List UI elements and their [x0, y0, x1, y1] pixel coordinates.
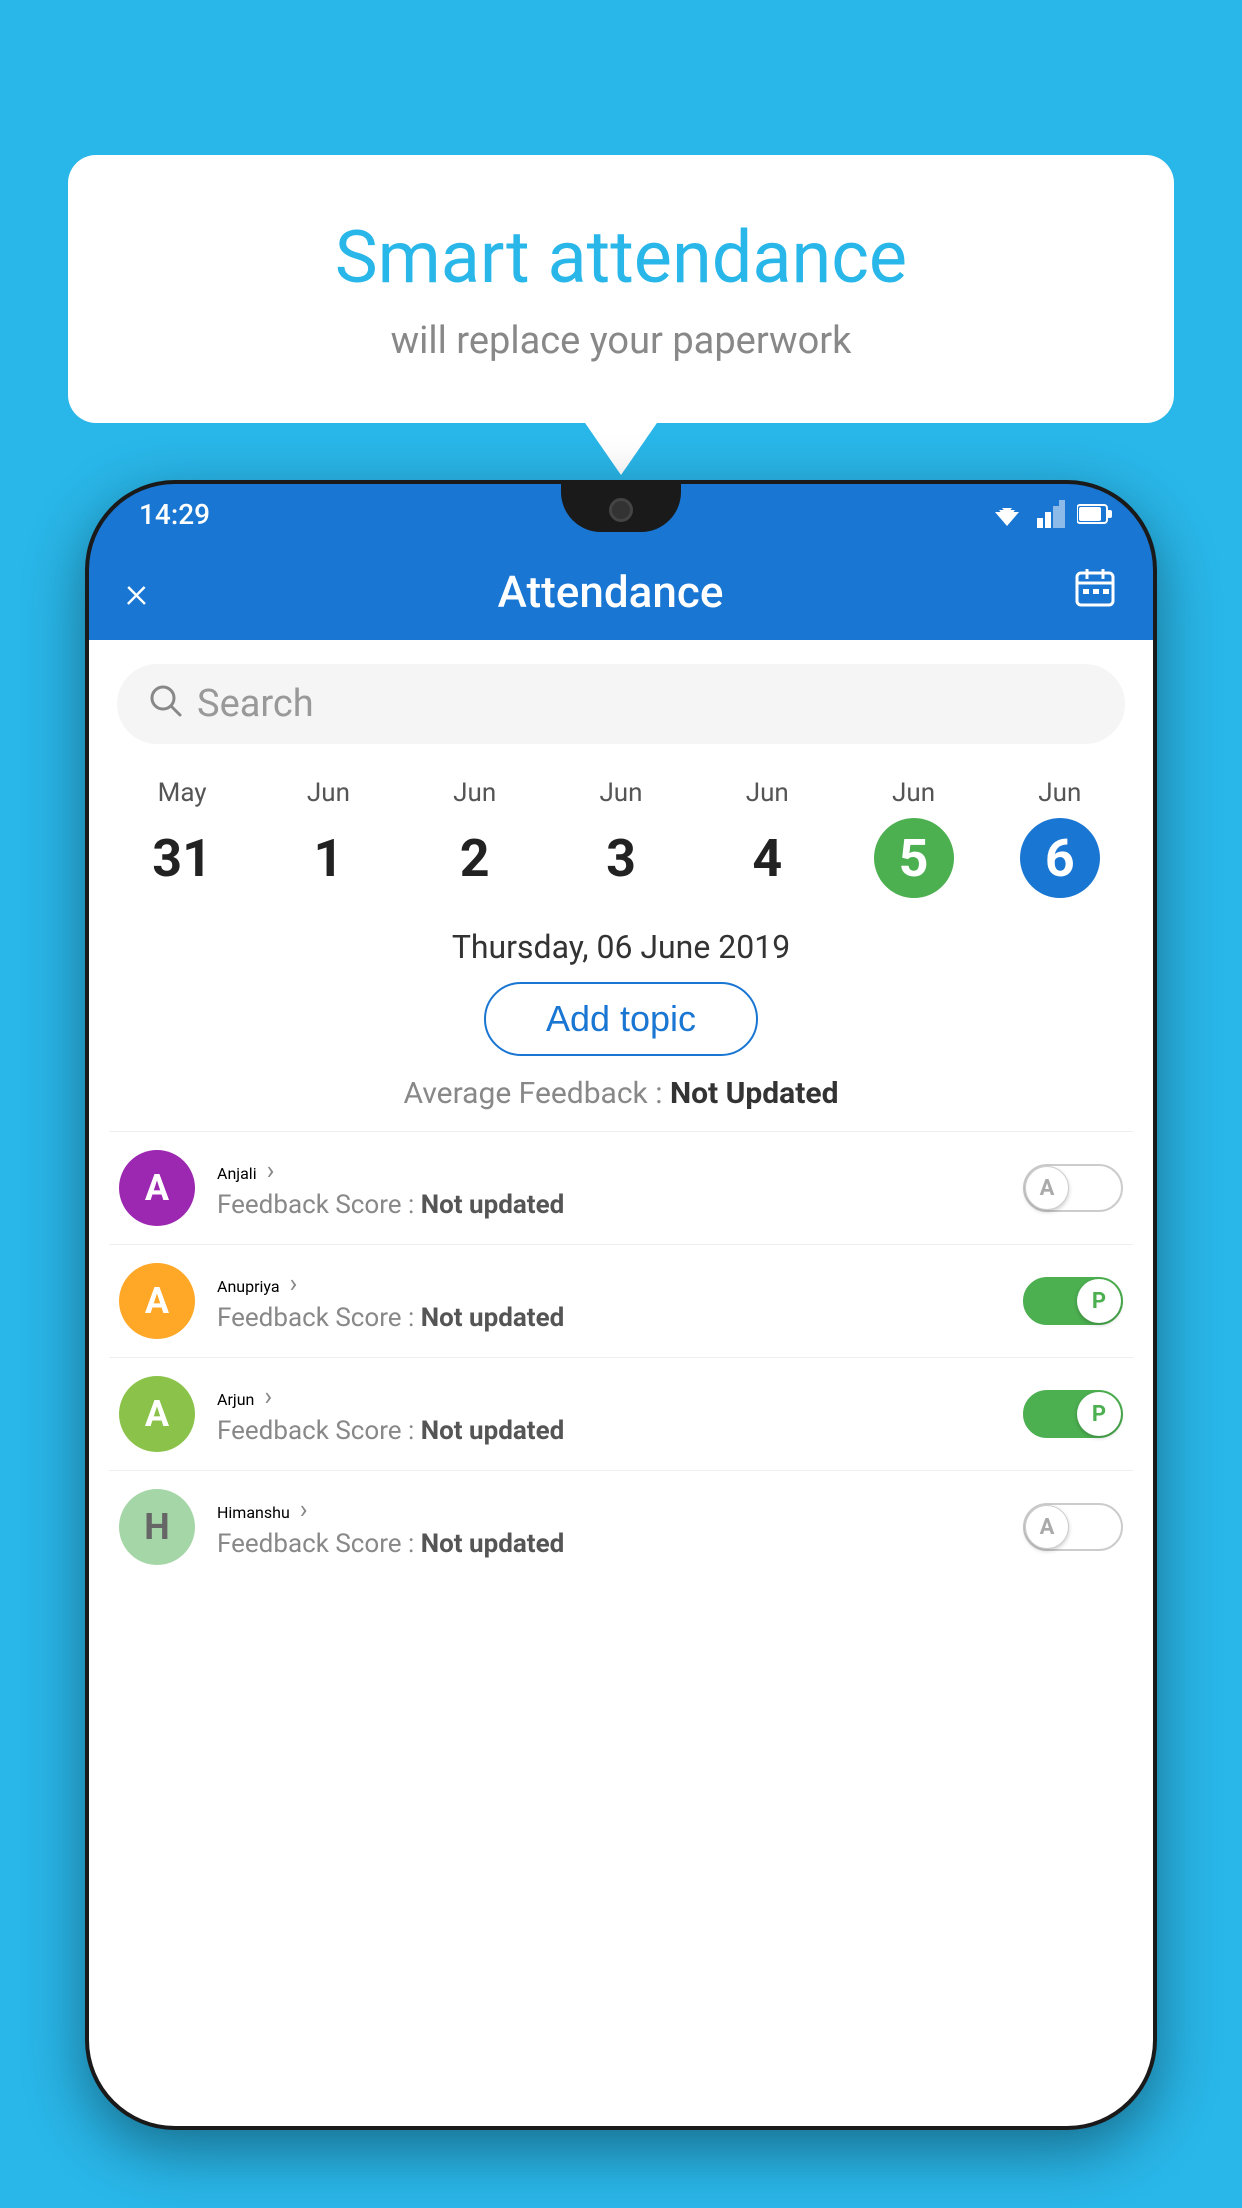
student-row-1[interactable]: A Anupriya › Feedback Score : Not update…	[109, 1244, 1133, 1357]
student-list: A Anjali › Feedback Score : Not updated	[89, 1131, 1153, 1583]
avg-feedback-label: Average Feedback :	[404, 1076, 663, 1111]
date-num-2: 2	[435, 818, 515, 898]
search-icon	[147, 682, 183, 727]
camera	[609, 498, 633, 522]
date-num-5: 5	[874, 818, 954, 898]
date-strip: May 31 Jun 1 Jun 2 Jun 3 Jun 4	[89, 760, 1153, 916]
student-name-3: Himanshu ›	[217, 1495, 1023, 1525]
app-bar-title: Attendance	[148, 566, 1073, 618]
speech-bubble-subtitle: will replace your paperwork	[148, 319, 1094, 363]
signal-icon	[1037, 500, 1065, 528]
toggle-container-0[interactable]: A	[1023, 1164, 1123, 1212]
date-num-1: 1	[288, 818, 368, 898]
date-month-6: Jun	[1038, 778, 1081, 808]
status-icons	[989, 500, 1113, 528]
toggle-0[interactable]: A	[1023, 1164, 1123, 1212]
student-feedback-0: Feedback Score : Not updated	[217, 1190, 1023, 1220]
student-row-0[interactable]: A Anjali › Feedback Score : Not updated	[109, 1131, 1133, 1244]
speech-bubble-title: Smart attendance	[148, 215, 1094, 301]
student-name-2: Arjun ›	[217, 1382, 1023, 1412]
toggle-knob-0: A	[1025, 1166, 1069, 1210]
student-row-3[interactable]: H Himanshu › Feedback Score : Not update…	[109, 1470, 1133, 1583]
screen-content: Search May 31 Jun 1 Jun 2 Jun 3	[89, 640, 1153, 2126]
date-cell-1[interactable]: Jun 1	[255, 770, 401, 906]
battery-icon	[1077, 503, 1113, 525]
date-month-0: May	[158, 778, 207, 808]
app-bar: × Attendance	[89, 544, 1153, 640]
chevron-0: ›	[267, 1156, 275, 1186]
toggle-2[interactable]: P	[1023, 1390, 1123, 1438]
student-row-2[interactable]: A Arjun › Feedback Score : Not updated	[109, 1357, 1133, 1470]
chevron-2: ›	[264, 1382, 272, 1412]
student-info-1: Anupriya › Feedback Score : Not updated	[217, 1269, 1023, 1333]
add-topic-button[interactable]: Add topic	[484, 982, 758, 1056]
close-button[interactable]: ×	[125, 570, 148, 614]
chevron-3: ›	[300, 1495, 308, 1525]
avatar-0: A	[119, 1150, 195, 1226]
student-name-1: Anupriya ›	[217, 1269, 1023, 1299]
status-time: 14:29	[139, 498, 210, 531]
toggle-3[interactable]: A	[1023, 1503, 1123, 1551]
date-cell-2[interactable]: Jun 2	[402, 770, 548, 906]
toggle-1[interactable]: P	[1023, 1277, 1123, 1325]
phone-frame: 14:29	[85, 480, 1157, 2130]
toggle-container-2[interactable]: P	[1023, 1390, 1123, 1438]
avatar-1: A	[119, 1263, 195, 1339]
date-num-3: 3	[581, 818, 661, 898]
student-feedback-1: Feedback Score : Not updated	[217, 1303, 1023, 1333]
date-cell-4[interactable]: Jun 4	[694, 770, 840, 906]
student-name-0: Anjali ›	[217, 1156, 1023, 1186]
avg-feedback-value: Not Updated	[670, 1076, 839, 1111]
student-feedback-2: Feedback Score : Not updated	[217, 1416, 1023, 1446]
avatar-3: H	[119, 1489, 195, 1565]
chevron-1: ›	[290, 1269, 298, 1299]
date-num-4: 4	[727, 818, 807, 898]
date-num-0: 31	[142, 818, 222, 898]
search-placeholder: Search	[197, 682, 314, 726]
student-feedback-3: Feedback Score : Not updated	[217, 1529, 1023, 1559]
calendar-button[interactable]	[1073, 565, 1117, 619]
calendar-icon	[1073, 565, 1117, 609]
toggle-container-1[interactable]: P	[1023, 1277, 1123, 1325]
toggle-knob-3: A	[1025, 1505, 1069, 1549]
date-month-1: Jun	[307, 778, 350, 808]
student-info-2: Arjun › Feedback Score : Not updated	[217, 1382, 1023, 1446]
toggle-knob-1: P	[1077, 1279, 1121, 1323]
speech-bubble: Smart attendance will replace your paper…	[68, 155, 1174, 423]
toggle-container-3[interactable]: A	[1023, 1503, 1123, 1551]
selected-date-label: Thursday, 06 June 2019	[89, 928, 1153, 966]
date-month-4: Jun	[746, 778, 789, 808]
date-cell-6[interactable]: Jun 6	[987, 770, 1133, 906]
avg-feedback: Average Feedback : Not Updated	[89, 1076, 1153, 1111]
search-bar[interactable]: Search	[117, 664, 1125, 744]
student-info-0: Anjali › Feedback Score : Not updated	[217, 1156, 1023, 1220]
date-cell-5[interactable]: Jun 5	[840, 770, 986, 906]
student-info-3: Himanshu › Feedback Score : Not updated	[217, 1495, 1023, 1559]
date-cell-3[interactable]: Jun 3	[548, 770, 694, 906]
date-month-3: Jun	[599, 778, 642, 808]
date-cell-0[interactable]: May 31	[109, 770, 255, 906]
wifi-icon	[989, 500, 1025, 528]
avatar-2: A	[119, 1376, 195, 1452]
date-month-5: Jun	[892, 778, 935, 808]
phone-notch	[561, 484, 681, 532]
date-month-2: Jun	[453, 778, 496, 808]
toggle-knob-2: P	[1077, 1392, 1121, 1436]
date-num-6: 6	[1020, 818, 1100, 898]
